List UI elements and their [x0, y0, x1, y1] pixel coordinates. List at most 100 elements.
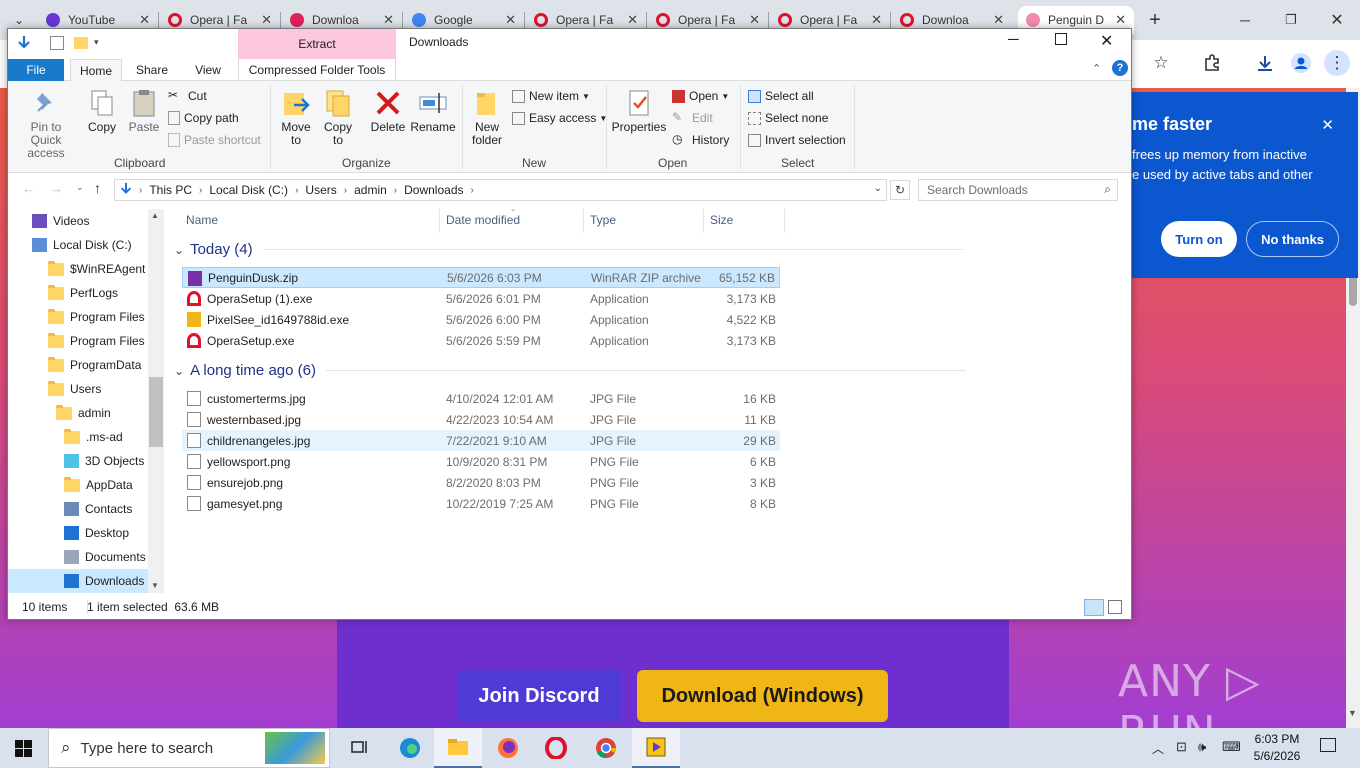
download-windows-button[interactable]: Download (Windows): [637, 670, 888, 722]
nav-item[interactable]: Documents: [64, 545, 146, 569]
breadcrumb-item[interactable]: admin: [354, 183, 387, 197]
tab-view[interactable]: View: [184, 59, 232, 81]
file-row[interactable]: customerterms.jpg 4/10/2024 12:01 AM JPG F…: [182, 388, 780, 409]
pin-quick-access-button[interactable]: Pin to Quick access: [14, 87, 78, 160]
forward-arrow-icon[interactable]: →: [50, 181, 63, 196]
volume-icon[interactable]: 🕪: [1198, 739, 1206, 755]
firefox-icon[interactable]: [484, 728, 532, 768]
quick-access-down-icon[interactable]: [16, 35, 32, 54]
file-row[interactable]: OperaSetup.exe 5/6/2026 5:59 PM Applicatio…: [182, 330, 780, 351]
copy-button[interactable]: Copy: [84, 87, 120, 134]
details-view-icon[interactable]: [1084, 599, 1104, 616]
up-arrow-icon[interactable]: ↑: [94, 180, 101, 196]
show-hidden-icons-chevron[interactable]: ︿: [1152, 740, 1164, 757]
rename-button[interactable]: Rename: [410, 87, 456, 134]
file-row[interactable]: childrenangeles.jpg 7/22/2021 9:10 AM JPG …: [182, 430, 780, 451]
nav-item[interactable]: Contacts: [64, 497, 132, 521]
new-tab-button[interactable]: +: [1142, 7, 1168, 33]
file-row[interactable]: ensurejob.png 8/2/2020 8:03 PM PNG File 3 K…: [182, 472, 780, 493]
nav-item[interactable]: 3D Objects: [64, 449, 144, 473]
opera-icon[interactable]: [532, 728, 580, 768]
file-group-header[interactable]: ⌄ Today (4): [174, 241, 963, 258]
properties-button[interactable]: Properties: [610, 87, 668, 134]
open-button[interactable]: Open ▼: [672, 87, 729, 105]
nav-item[interactable]: Program Files (x86): [48, 329, 164, 353]
nav-item[interactable]: Downloads: [8, 569, 148, 593]
copy-to-button[interactable]: Copy to: [320, 87, 356, 147]
breadcrumb-item[interactable]: Users: [305, 183, 336, 197]
breadcrumb-chevron-icon[interactable]: ›: [199, 185, 202, 196]
back-arrow-icon[interactable]: ←: [22, 181, 35, 196]
restore-icon[interactable]: ❐: [1278, 7, 1304, 33]
column-header-size[interactable]: Size: [710, 213, 733, 227]
tab-close-icon[interactable]: ✕: [505, 12, 516, 28]
popup-close-button[interactable]: ✕: [1321, 116, 1334, 134]
paste-button[interactable]: Paste: [126, 87, 162, 134]
tab-close-icon[interactable]: ✕: [993, 12, 1004, 28]
notifications-icon[interactable]: [1320, 738, 1336, 752]
select-none-button[interactable]: Select none: [748, 109, 828, 127]
scroll-down-arrow-icon[interactable]: ▼: [1348, 708, 1357, 718]
recent-locations-icon[interactable]: ⌄: [76, 182, 84, 193]
column-header-date[interactable]: Date modified: [446, 213, 520, 227]
explorer-minimize-icon[interactable]: ─: [1008, 31, 1019, 48]
file-explorer-taskbar-icon[interactable]: [434, 728, 482, 768]
nav-item[interactable]: Users: [48, 377, 101, 401]
breadcrumb-item[interactable]: Local Disk (C:): [209, 183, 288, 197]
turn-on-button[interactable]: Turn on: [1161, 221, 1237, 257]
menu-kebab-icon[interactable]: ⋮: [1324, 50, 1350, 76]
collapse-ribbon-icon[interactable]: ⌃: [1092, 62, 1101, 75]
task-view-icon[interactable]: [336, 728, 384, 768]
help-icon[interactable]: ?: [1112, 60, 1128, 76]
explorer-close-icon[interactable]: ✕: [1100, 31, 1113, 51]
history-button[interactable]: ◷ History: [672, 131, 729, 149]
delete-button[interactable]: Delete: [368, 87, 408, 134]
tab-close-icon[interactable]: ✕: [383, 12, 394, 28]
address-dropdown-icon[interactable]: ⌄: [874, 183, 882, 194]
easy-access-button[interactable]: Easy access ▼: [512, 109, 607, 127]
file-row[interactable]: gamesyet.png 10/22/2019 7:25 AM PNG File 8 …: [182, 493, 780, 514]
nav-item[interactable]: Desktop: [64, 521, 129, 545]
tab-close-icon[interactable]: ✕: [871, 12, 882, 28]
scroll-up-arrow-icon[interactable]: ▲: [151, 211, 159, 220]
bookmark-star-icon[interactable]: ☆: [1148, 50, 1174, 76]
invert-selection-button[interactable]: Invert selection: [748, 131, 846, 149]
extensions-icon[interactable]: [1199, 50, 1225, 76]
nav-item[interactable]: $WinREAgent: [48, 257, 145, 281]
large-icons-view-icon[interactable]: [1108, 600, 1122, 614]
edge-icon[interactable]: [386, 728, 434, 768]
nav-item[interactable]: ProgramData: [48, 353, 141, 377]
paste-shortcut-button[interactable]: Paste shortcut: [168, 131, 261, 149]
file-row[interactable]: PenguinDusk.zip 5/6/2026 6:03 PM WinRAR ZI…: [182, 267, 780, 288]
file-group-header[interactable]: ⌄ A long time ago (6): [174, 362, 966, 379]
breadcrumb-item[interactable]: This PC: [149, 183, 192, 197]
taskbar-search-box[interactable]: ⌕ Type here to search: [48, 728, 330, 768]
copy-path-button[interactable]: Copy path: [168, 109, 239, 127]
chrome-icon[interactable]: [582, 728, 630, 768]
network-icon[interactable]: ⊡: [1176, 739, 1187, 755]
nav-item[interactable]: .ms-ad: [64, 425, 123, 449]
tab-close-icon[interactable]: ✕: [261, 12, 272, 28]
file-row[interactable]: PixelSee_id1649788id.exe 5/6/2026 6:00 PM…: [182, 309, 780, 330]
edit-button[interactable]: ✎ Edit: [672, 109, 713, 127]
column-header-name[interactable]: Name: [186, 213, 218, 227]
breadcrumb-item[interactable]: Downloads: [404, 183, 463, 197]
nav-item[interactable]: Local Disk (C:): [32, 233, 132, 257]
refresh-icon[interactable]: ↻: [890, 180, 910, 200]
group-collapse-icon[interactable]: ⌄: [174, 243, 184, 257]
tab-close-icon[interactable]: ✕: [1115, 12, 1126, 28]
clock-time[interactable]: 6:03 PM: [1253, 732, 1301, 746]
breadcrumb-chevron-icon[interactable]: ›: [471, 185, 474, 196]
profile-icon[interactable]: [1288, 50, 1314, 76]
breadcrumb-chevron-icon[interactable]: ›: [394, 185, 397, 196]
address-box[interactable]: › This PC › Local Disk (C:) › Users › admin › Do…: [114, 179, 887, 201]
tab-file[interactable]: File: [8, 59, 64, 81]
scroll-down-arrow-icon[interactable]: ▼: [151, 581, 159, 590]
move-to-button[interactable]: Move to: [278, 87, 314, 147]
tab-home[interactable]: Home: [70, 59, 122, 81]
select-all-button[interactable]: Select all: [748, 87, 814, 105]
tab-close-icon[interactable]: ✕: [749, 12, 760, 28]
file-row[interactable]: OperaSetup (1).exe 5/6/2026 6:01 PM Applic…: [182, 288, 780, 309]
new-folder-quick-icon[interactable]: [74, 37, 88, 49]
tab-close-icon[interactable]: ✕: [627, 12, 638, 28]
